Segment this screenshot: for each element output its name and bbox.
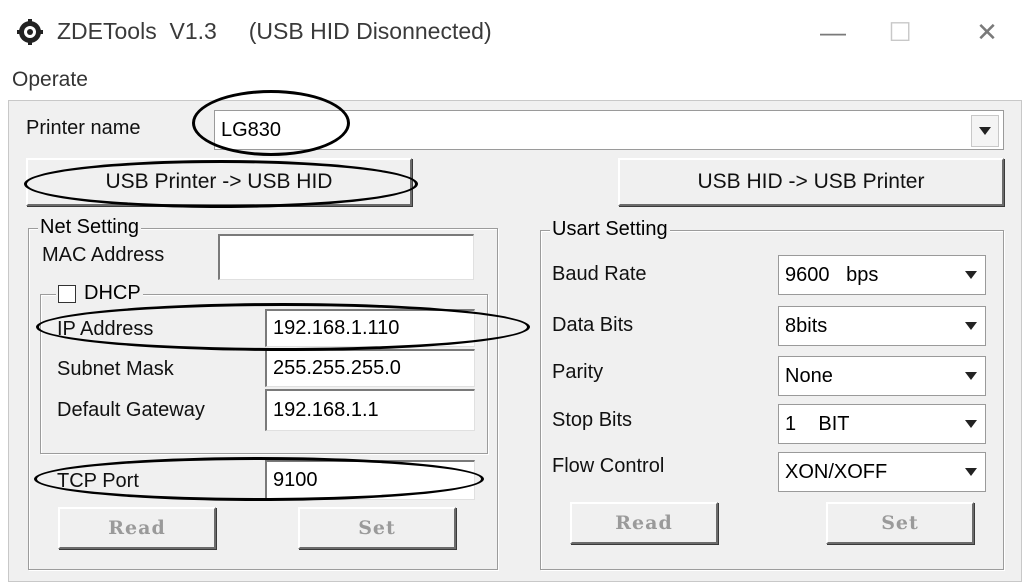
- dhcp-header: DHCP: [56, 282, 143, 305]
- menu-operate[interactable]: Operate: [12, 68, 88, 92]
- net-read-button[interactable]: Read: [58, 507, 216, 549]
- chevron-down-icon[interactable]: [956, 405, 985, 443]
- close-button[interactable]: ✕: [962, 12, 1012, 52]
- chevron-down-icon[interactable]: [956, 307, 985, 345]
- default-gateway-label: Default Gateway: [57, 399, 205, 421]
- baud-rate-label: Baud Rate: [552, 263, 647, 285]
- maximize-button[interactable]: ☐: [875, 12, 925, 52]
- dhcp-checkbox[interactable]: [58, 284, 76, 303]
- minimize-button[interactable]: —: [808, 12, 858, 52]
- stop-bits-label: Stop Bits: [552, 409, 633, 431]
- data-bits-select[interactable]: 8bits: [778, 306, 986, 346]
- mac-address-input[interactable]: [218, 234, 474, 280]
- data-bits-value: 8bits: [785, 314, 828, 337]
- usart-read-button[interactable]: Read: [570, 502, 718, 544]
- parity-label: Parity: [552, 361, 604, 383]
- menu-bar: [0, 64, 1025, 98]
- app-gear-icon: [17, 19, 43, 45]
- annotation-ellipse-tcp-port: [34, 457, 484, 501]
- flow-control-value: XON/XOFF: [785, 460, 888, 483]
- chevron-down-icon[interactable]: [956, 357, 985, 395]
- default-gateway-input[interactable]: 192.168.1.1: [265, 389, 475, 431]
- parity-value: None: [785, 364, 833, 387]
- chevron-down-icon[interactable]: [956, 256, 985, 294]
- subnet-mask-label: Subnet Mask: [57, 358, 174, 380]
- baud-rate-value: 9600 bps: [785, 263, 879, 286]
- hid-to-usb-button[interactable]: USB HID -> USB Printer: [618, 158, 1004, 206]
- window-title: ZDETools V1.3 (USB HID Disonnected): [57, 18, 492, 44]
- usart-set-button[interactable]: Set: [826, 502, 974, 544]
- subnet-mask-input[interactable]: 255.255.255.0: [265, 349, 475, 387]
- net-setting-title: Net Setting: [38, 216, 141, 239]
- chevron-down-icon[interactable]: [956, 453, 985, 491]
- annotation-ellipse-printer-name: [192, 90, 350, 156]
- parity-select[interactable]: None: [778, 356, 986, 396]
- dhcp-label: DHCP: [84, 282, 141, 304]
- stop-bits-select[interactable]: 1 BIT: [778, 404, 986, 444]
- printer-name-label: Printer name: [26, 117, 141, 139]
- chevron-down-icon[interactable]: [971, 115, 999, 147]
- net-set-button[interactable]: Set: [298, 507, 456, 549]
- baud-rate-select[interactable]: 9600 bps: [778, 255, 986, 295]
- usart-setting-title: Usart Setting: [550, 218, 670, 241]
- mac-address-label: MAC Address: [42, 244, 165, 266]
- stop-bits-value: 1 BIT: [785, 412, 850, 435]
- data-bits-label: Data Bits: [552, 314, 634, 336]
- annotation-ellipse-ip-address: [36, 303, 530, 351]
- annotation-ellipse-usb-to-hid: [24, 160, 418, 208]
- flow-control-label: Flow Control: [552, 455, 665, 477]
- flow-control-select[interactable]: XON/XOFF: [778, 452, 986, 492]
